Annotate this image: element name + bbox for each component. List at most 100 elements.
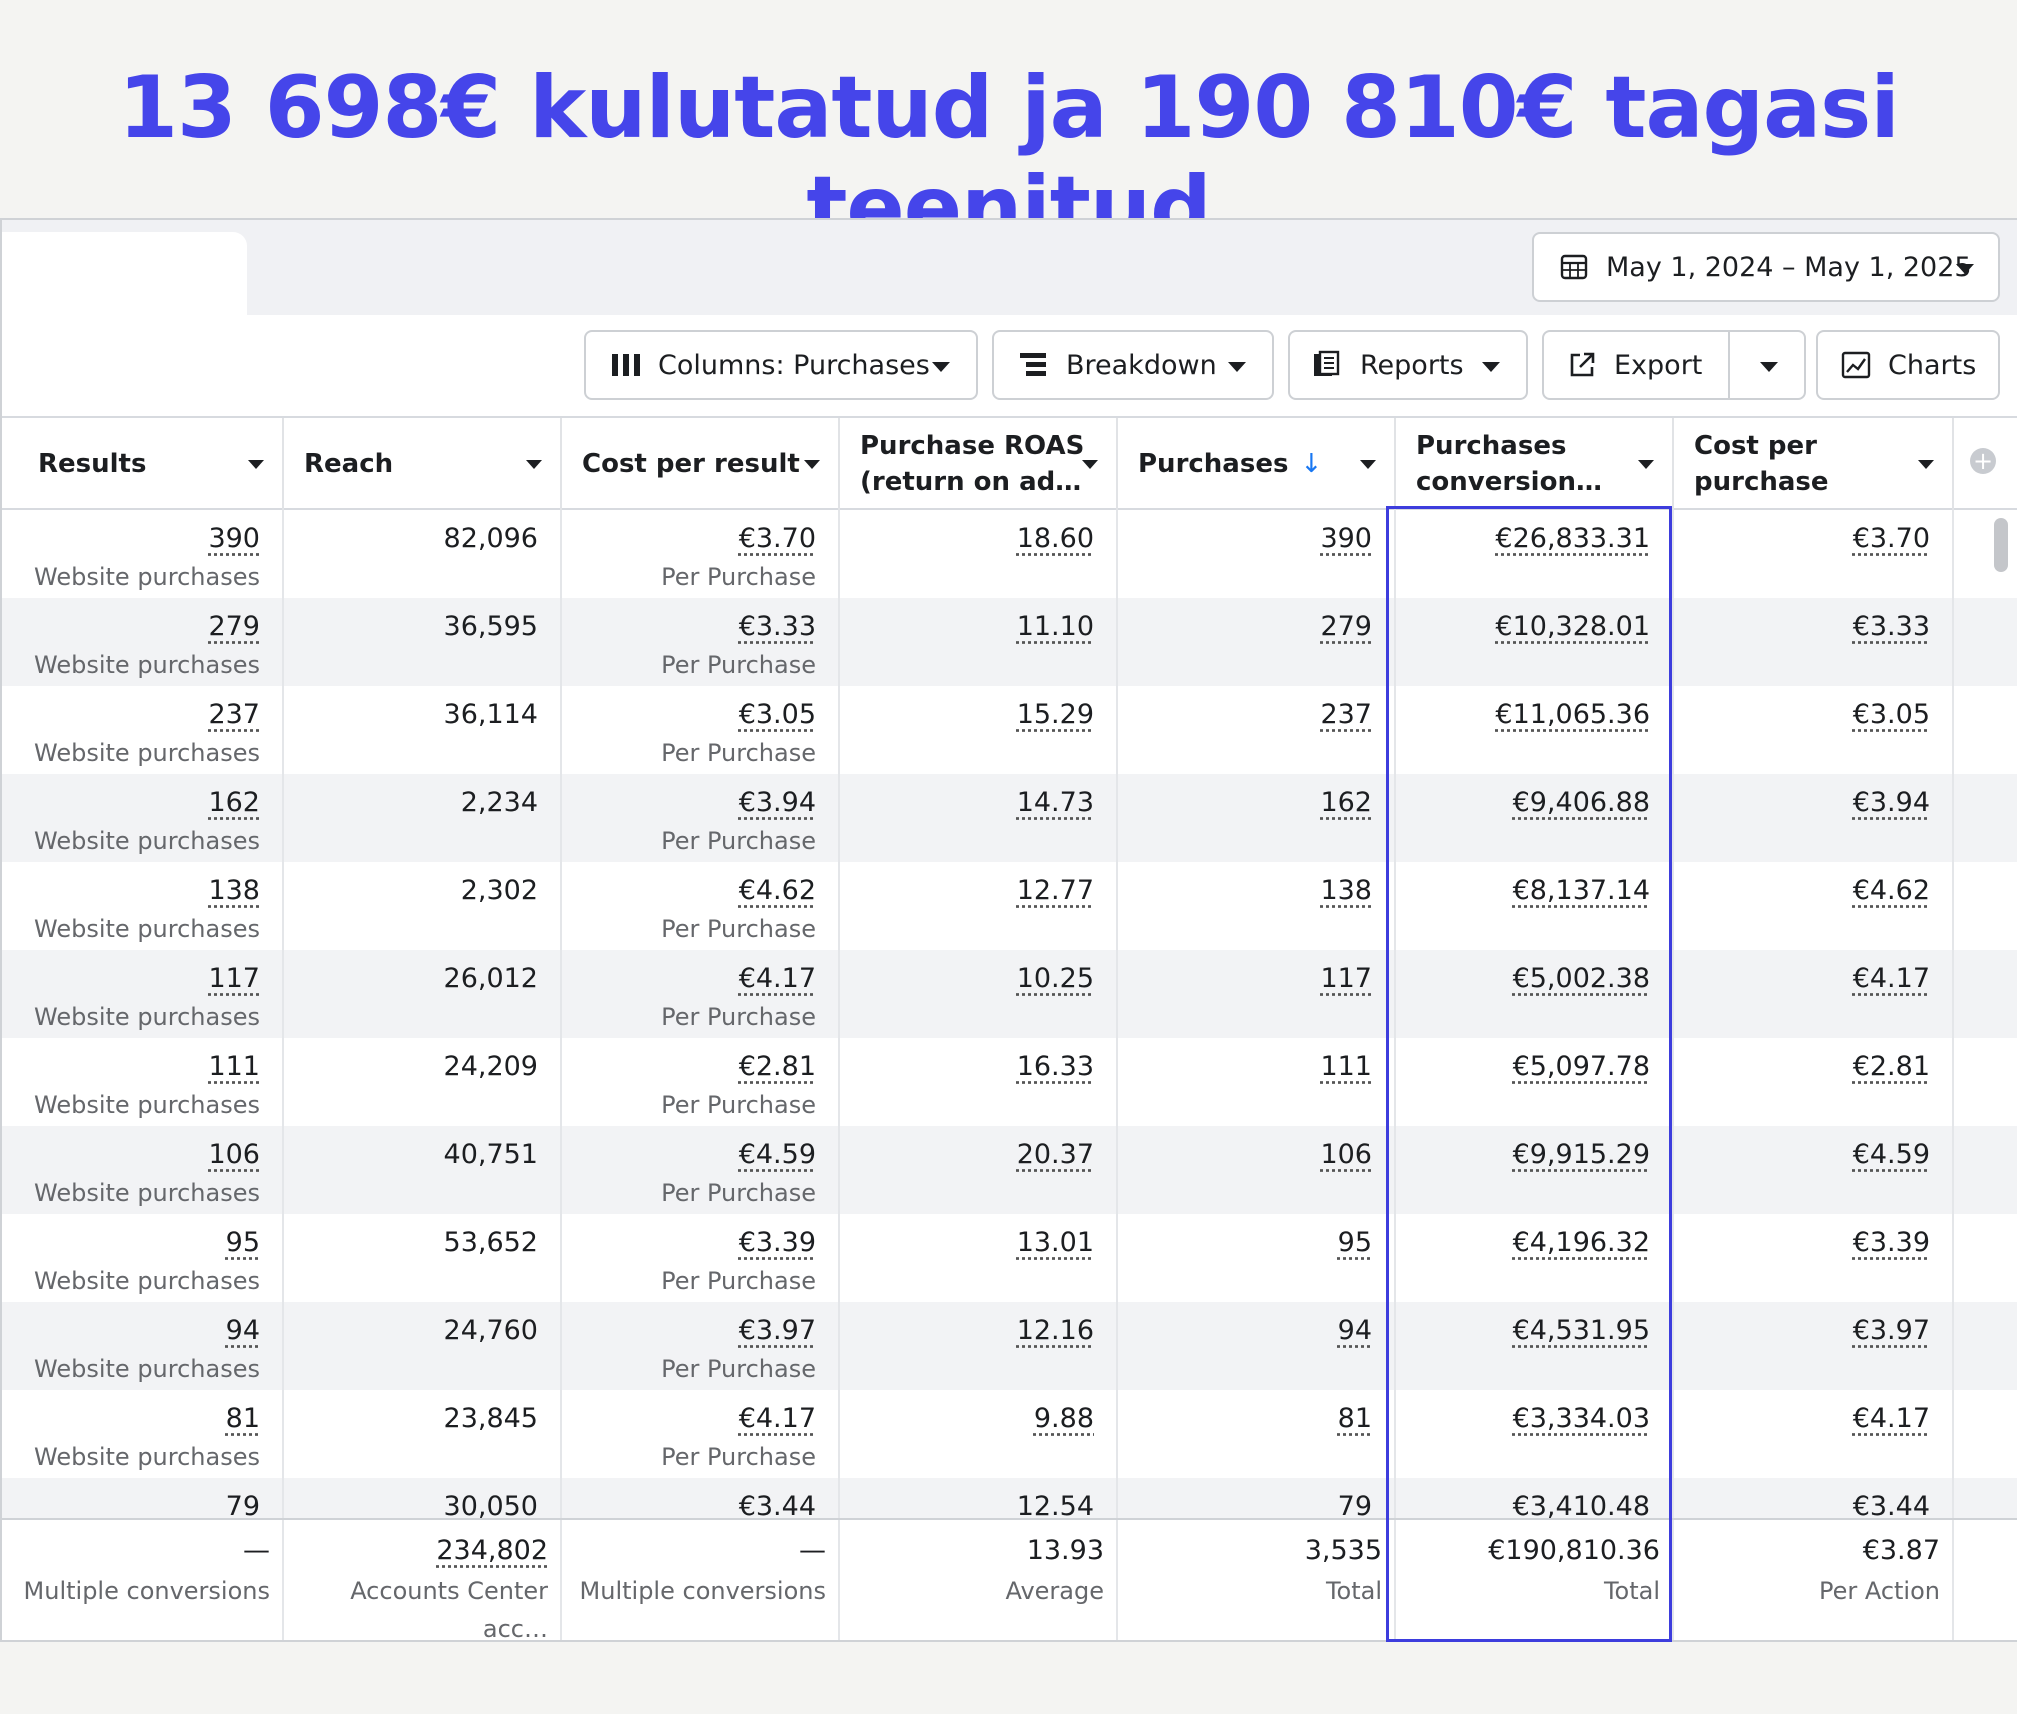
- cell-value[interactable]: €3.05: [739, 699, 816, 730]
- cell-value[interactable]: 15.29: [1017, 699, 1094, 730]
- cell-value[interactable]: €9,915.29: [1513, 1139, 1650, 1170]
- export-dropdown-chevron-icon[interactable]: [1760, 362, 1778, 372]
- cell-value[interactable]: 10.25: [1017, 963, 1094, 994]
- cell-value[interactable]: 13.01: [1017, 1227, 1094, 1258]
- cell-value[interactable]: €4.62: [1853, 875, 1930, 906]
- cell-value[interactable]: 111: [208, 1051, 260, 1082]
- cell-value[interactable]: €5,002.38: [1513, 963, 1650, 994]
- cell-value[interactable]: €8,137.14: [1513, 875, 1650, 906]
- cell-value[interactable]: €4.59: [739, 1139, 816, 1170]
- cell-value[interactable]: 138: [1320, 875, 1372, 906]
- cell-value[interactable]: €4.17: [1853, 963, 1930, 994]
- cell-value[interactable]: €3.05: [1853, 699, 1930, 730]
- cell-value[interactable]: €3.94: [1853, 787, 1930, 818]
- add-column-icon[interactable]: +: [1970, 448, 1996, 474]
- chevron-down-icon[interactable]: [804, 460, 820, 469]
- cell-value[interactable]: 95: [1338, 1227, 1372, 1258]
- cell-value[interactable]: 390: [208, 523, 260, 554]
- cell-value[interactable]: €3.33: [739, 611, 816, 642]
- cell-value[interactable]: 94: [226, 1315, 260, 1346]
- cell-value[interactable]: €3.39: [1853, 1227, 1930, 1258]
- cell-value[interactable]: 81: [226, 1403, 260, 1434]
- cell-value[interactable]: €3.97: [1853, 1315, 1930, 1346]
- cell-value[interactable]: €4.62: [739, 875, 816, 906]
- cell-value[interactable]: 106: [1320, 1139, 1372, 1170]
- charts-button[interactable]: Charts: [1816, 330, 2000, 400]
- cell-value[interactable]: 237: [1320, 699, 1372, 730]
- col-header-label: Cost per purchase: [1694, 428, 1829, 500]
- cell-value[interactable]: 106: [208, 1139, 260, 1170]
- cell-value[interactable]: €26,833.31: [1495, 523, 1650, 554]
- cell-value[interactable]: 14.73: [1017, 787, 1094, 818]
- col-header-label: Reach: [304, 449, 394, 479]
- cell-value[interactable]: €4,531.95: [1513, 1315, 1650, 1346]
- cell-value[interactable]: 162: [1320, 787, 1372, 818]
- cell-value[interactable]: 111: [1320, 1051, 1372, 1082]
- cell-value[interactable]: €5,097.78: [1513, 1051, 1650, 1082]
- date-range-picker[interactable]: May 1, 2024 – May 1, 2025: [1532, 232, 2000, 302]
- chevron-down-icon[interactable]: [1360, 460, 1376, 469]
- cell-value: 2,302: [460, 875, 538, 906]
- cell-results: 111 Website purchases: [2, 1038, 284, 1126]
- cell-value[interactable]: 11.10: [1017, 611, 1094, 642]
- cell-value[interactable]: 94: [1338, 1315, 1372, 1346]
- chevron-down-icon[interactable]: [1918, 460, 1934, 469]
- cell-value[interactable]: 9.88: [1034, 1403, 1094, 1434]
- reports-button[interactable]: Reports: [1288, 330, 1528, 400]
- cell-value[interactable]: 20.37: [1017, 1139, 1094, 1170]
- cell-value[interactable]: €3.97: [739, 1315, 816, 1346]
- col-header-cost-per-purchase[interactable]: Cost per purchase: [1674, 418, 1954, 510]
- col-header-cost-per-result[interactable]: Cost per result: [562, 418, 840, 510]
- cell-value[interactable]: €4.17: [739, 963, 816, 994]
- cell-value[interactable]: 81: [1338, 1403, 1372, 1434]
- cell-value[interactable]: €10,328.01: [1495, 611, 1650, 642]
- cell-value[interactable]: 390: [1320, 523, 1372, 554]
- cell-value[interactable]: €4.59: [1853, 1139, 1930, 1170]
- chevron-down-icon[interactable]: [1082, 460, 1098, 469]
- col-header-purchases[interactable]: Purchases ↓: [1118, 418, 1396, 510]
- active-tab[interactable]: [2, 232, 247, 327]
- chevron-down-icon: [1956, 264, 1974, 274]
- vertical-scrollbar[interactable]: [1994, 518, 2008, 572]
- cell-results: 117 Website purchases: [2, 950, 284, 1038]
- cell-value[interactable]: 12.77: [1017, 875, 1094, 906]
- cell-value[interactable]: 117: [208, 963, 260, 994]
- breakdown-button[interactable]: Breakdown: [992, 330, 1274, 400]
- columns-button[interactable]: Columns: Purchases: [584, 330, 978, 400]
- col-header-purchase-roas[interactable]: Purchase ROAS (return on ad…: [840, 418, 1118, 510]
- cell-value[interactable]: 237: [208, 699, 260, 730]
- cell-value[interactable]: €3,334.03: [1513, 1403, 1650, 1434]
- total-value[interactable]: 234,802: [284, 1532, 548, 1570]
- cell-value[interactable]: 279: [208, 611, 260, 642]
- cell-value[interactable]: 12.16: [1017, 1315, 1094, 1346]
- export-button[interactable]: Export: [1542, 330, 1806, 400]
- cell-value[interactable]: €3.33: [1853, 611, 1930, 642]
- cell-value[interactable]: €3.94: [739, 787, 816, 818]
- cell-value[interactable]: €3.70: [1853, 523, 1930, 554]
- cell-value[interactable]: €3.39: [739, 1227, 816, 1258]
- chevron-down-icon[interactable]: [248, 460, 264, 469]
- cell-value[interactable]: €9,406.88: [1513, 787, 1650, 818]
- cell-value[interactable]: €4.17: [739, 1403, 816, 1434]
- cell-value[interactable]: 138: [208, 875, 260, 906]
- cell-value[interactable]: 16.33: [1017, 1051, 1094, 1082]
- chevron-down-icon[interactable]: [1638, 460, 1654, 469]
- col-header-purchases-conversion-value[interactable]: Purchases conversion…: [1396, 418, 1674, 510]
- col-header-results[interactable]: Results: [2, 418, 284, 510]
- col-header-reach[interactable]: Reach: [284, 418, 562, 510]
- cell-value[interactable]: €4,196.32: [1513, 1227, 1650, 1258]
- cell-value[interactable]: €2.81: [739, 1051, 816, 1082]
- table-header: Results Reach Cost per result Purchase R…: [2, 416, 2017, 510]
- cell-value[interactable]: €3.70: [739, 523, 816, 554]
- chevron-down-icon[interactable]: [526, 460, 542, 469]
- cell-value[interactable]: €4.17: [1853, 1403, 1930, 1434]
- cell-value[interactable]: 162: [208, 787, 260, 818]
- cell-value[interactable]: 95: [226, 1227, 260, 1258]
- cell-value[interactable]: 279: [1320, 611, 1372, 642]
- breakdown-icon: [1016, 347, 1052, 383]
- cell-value[interactable]: €11,065.36: [1495, 699, 1650, 730]
- cell-value[interactable]: €2.81: [1853, 1051, 1930, 1082]
- cell-reach: 26,012: [284, 950, 562, 1038]
- cell-value[interactable]: 117: [1320, 963, 1372, 994]
- cell-value[interactable]: 18.60: [1017, 523, 1094, 554]
